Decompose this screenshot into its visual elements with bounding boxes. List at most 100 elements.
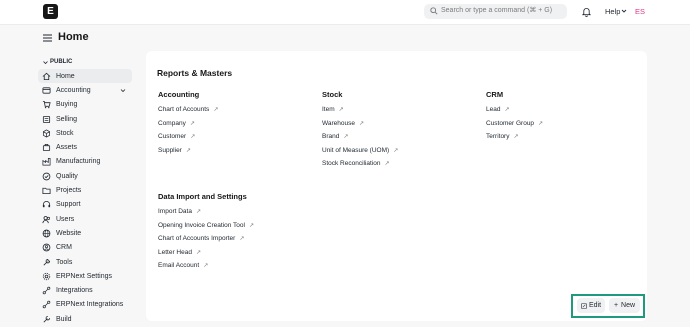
link-customer-group[interactable]: Customer Group ↗ bbox=[486, 120, 636, 134]
link-brand[interactable]: Brand ↗ bbox=[322, 133, 472, 147]
sidebar-item-label: Build bbox=[56, 315, 72, 323]
arrow-up-right-icon: ↗ bbox=[248, 222, 254, 229]
sidebar-item-label: Manufacturing bbox=[56, 158, 101, 166]
bell-icon[interactable] bbox=[582, 7, 591, 17]
arrow-up-right-icon: ↗ bbox=[513, 134, 519, 141]
sidebar-item-label: Selling bbox=[56, 115, 78, 123]
sidebar-item-projects[interactable]: Projects bbox=[38, 183, 132, 197]
quality-icon bbox=[42, 172, 51, 181]
sidebar-item-label: Support bbox=[56, 201, 81, 209]
link-warehouse[interactable]: Warehouse ↗ bbox=[322, 120, 472, 134]
sidebar-item-label: Website bbox=[56, 229, 82, 237]
top-navbar: E Search or type a command (⌘ + G) Help … bbox=[0, 0, 690, 25]
arrow-up-right-icon: ↗ bbox=[185, 147, 191, 154]
crm-icon bbox=[42, 243, 51, 252]
sidebar-item-label: ERPNext Settings bbox=[56, 272, 113, 280]
sidebar-item-erpnext-integrations[interactable]: ERPNext Integrations bbox=[38, 298, 132, 312]
sidebar-item-label: Home bbox=[56, 72, 75, 80]
link-company[interactable]: Company ↗ bbox=[158, 120, 308, 134]
search-bar[interactable]: Search or type a command (⌘ + G) bbox=[424, 4, 567, 19]
edit-button[interactable]: Edit bbox=[577, 298, 605, 313]
integrations-icon bbox=[42, 301, 51, 309]
support-icon bbox=[42, 201, 51, 208]
sidebar-item-tools[interactable]: Tools bbox=[38, 255, 132, 269]
new-button[interactable]: + New bbox=[609, 298, 640, 313]
group-title: Data Import and Settings bbox=[158, 192, 247, 201]
group-crm: CRM Lead ↗ Customer Group ↗ Territory ↗ bbox=[486, 90, 636, 147]
arrow-up-right-icon: ↗ bbox=[195, 249, 201, 256]
arrow-up-right-icon: ↗ bbox=[393, 147, 399, 154]
accounting-icon bbox=[42, 87, 51, 94]
sidebar-item-crm[interactable]: CRM bbox=[38, 241, 132, 255]
build-icon bbox=[43, 315, 51, 323]
sidebar-item-build[interactable]: Build bbox=[38, 312, 132, 326]
link-import-data[interactable]: Import Data ↗ bbox=[158, 208, 308, 222]
sidebar-item-manufacturing[interactable]: Manufacturing bbox=[38, 155, 132, 169]
sidebar-item-label: Tools bbox=[56, 258, 73, 266]
sidebar-item-website[interactable]: Website bbox=[38, 226, 132, 240]
arrow-up-right-icon: ↗ bbox=[359, 120, 365, 127]
link-supplier[interactable]: Supplier ↗ bbox=[158, 147, 308, 161]
sidebar-item-label: CRM bbox=[56, 244, 72, 252]
link-unit-of-measure[interactable]: Unit of Measure (UOM) ↗ bbox=[322, 147, 472, 161]
users-icon bbox=[42, 215, 51, 223]
cart-icon bbox=[42, 101, 51, 109]
arrow-up-right-icon: ↗ bbox=[190, 134, 196, 141]
link-email-account[interactable]: Email Account ↗ bbox=[158, 262, 308, 276]
folder-icon bbox=[42, 187, 51, 195]
edit-icon bbox=[581, 302, 587, 309]
arrow-up-right-icon: ↗ bbox=[338, 107, 344, 113]
sidebar-item-label: Quality bbox=[56, 172, 78, 180]
reports-masters-card: Reports & Masters Accounting Chart of Ac… bbox=[146, 51, 647, 321]
plus-icon: + bbox=[613, 302, 619, 309]
sidebar-item-label: Buying bbox=[56, 101, 78, 109]
sidebar-item-assets[interactable]: Assets bbox=[38, 140, 132, 154]
sidebar-item-erpnext-settings[interactable]: ERPNext Settings bbox=[38, 269, 132, 283]
app-logo[interactable]: E bbox=[43, 4, 58, 19]
avatar[interactable]: ES bbox=[632, 5, 648, 18]
arrow-up-right-icon: ↗ bbox=[213, 107, 219, 113]
page-title: Home bbox=[58, 31, 89, 43]
link-chart-of-accounts[interactable]: Chart of Accounts ↗ bbox=[158, 106, 308, 120]
arrow-up-right-icon: ↗ bbox=[203, 263, 209, 270]
link-opening-invoice-tool[interactable]: Opening Invoice Creation Tool ↗ bbox=[158, 222, 308, 236]
sidebar-item-home[interactable]: Home bbox=[38, 69, 132, 84]
sidebar-item-integrations[interactable]: Integrations bbox=[38, 283, 132, 297]
arrow-up-right-icon: ↗ bbox=[189, 120, 195, 127]
sidebar-item-label: Stock bbox=[56, 129, 74, 137]
link-stock-reconciliation[interactable]: Stock Reconciliation ↗ bbox=[322, 160, 472, 174]
sidebar-section-label[interactable]: PUBLIC bbox=[50, 59, 72, 65]
factory-icon bbox=[42, 158, 51, 166]
link-letter-head[interactable]: Letter Head ↗ bbox=[158, 249, 308, 263]
arrow-up-right-icon: ↗ bbox=[343, 134, 349, 141]
link-lead[interactable]: Lead ↗ bbox=[486, 106, 636, 120]
sidebar-item-accounting[interactable]: Accounting bbox=[38, 83, 132, 97]
link-territory[interactable]: Territory ↗ bbox=[486, 133, 636, 147]
arrow-up-right-icon: ↗ bbox=[384, 161, 390, 168]
sidebar-item-buying[interactable]: Buying bbox=[38, 98, 132, 112]
integrations-icon bbox=[42, 286, 51, 295]
group-title: Stock bbox=[322, 90, 343, 99]
help-menu[interactable]: Help bbox=[605, 7, 620, 16]
link-customer[interactable]: Customer ↗ bbox=[158, 133, 308, 147]
hamburger-icon[interactable] bbox=[43, 34, 52, 42]
group-title: Accounting bbox=[158, 90, 200, 99]
sidebar-item-quality[interactable]: Quality bbox=[38, 169, 132, 183]
sidebar-item-stock[interactable]: Stock bbox=[38, 126, 132, 140]
home-icon bbox=[42, 72, 51, 80]
link-item[interactable]: Item ↗ bbox=[322, 106, 472, 120]
box-icon bbox=[42, 129, 51, 138]
tools-icon bbox=[43, 258, 51, 265]
search-placeholder: Search or type a command (⌘ + G) bbox=[441, 7, 553, 14]
sidebar-item-users[interactable]: Users bbox=[38, 212, 132, 226]
group-accounting: Accounting Chart of Accounts ↗ Company ↗ C… bbox=[158, 90, 308, 160]
arrow-up-right-icon: ↗ bbox=[195, 209, 201, 215]
sidebar-item-support[interactable]: Support bbox=[38, 198, 132, 212]
chevron-down-icon[interactable] bbox=[120, 88, 126, 93]
sidebar-item-label: Accounting bbox=[56, 86, 91, 94]
arrow-up-right-icon: ↗ bbox=[538, 120, 544, 127]
sidebar-item-selling[interactable]: Selling bbox=[38, 112, 132, 126]
chevron-down-icon[interactable] bbox=[43, 60, 48, 65]
search-icon bbox=[430, 7, 438, 15]
link-chart-of-accounts-importer[interactable]: Chart of Accounts Importer ↗ bbox=[158, 235, 308, 249]
